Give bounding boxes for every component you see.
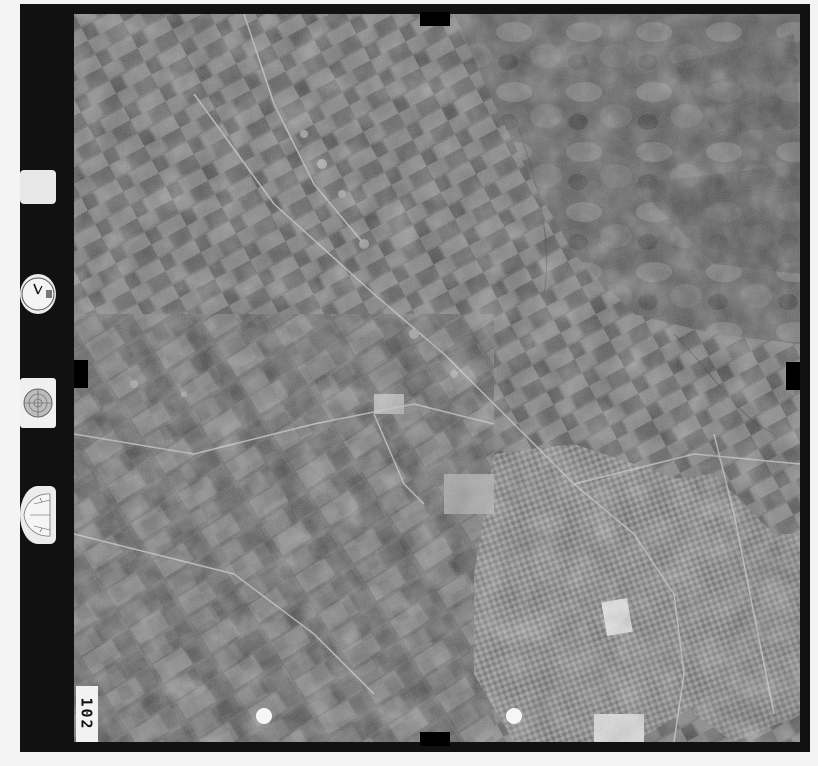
fiducial-mark-left: [74, 360, 88, 388]
punch-hole-left: [256, 708, 272, 724]
frame-number: 102: [76, 686, 98, 742]
fiducial-mark-bottom: [420, 732, 450, 746]
altimeter-gauge: [20, 170, 56, 204]
fiducial-mark-right: [786, 362, 800, 390]
clock-icon: [20, 274, 56, 314]
altimeter-label: [20, 170, 56, 202]
punch-hole-right: [506, 708, 522, 724]
level-bubble-icon: [20, 378, 56, 428]
aerial-photo-image: [74, 14, 800, 742]
frame-number-text: 102: [78, 697, 96, 731]
film-frame: 102: [20, 4, 810, 752]
fiducial-mark-top: [420, 12, 450, 26]
counter-dial-icon: [20, 486, 56, 544]
aerial-photograph: [74, 14, 800, 742]
